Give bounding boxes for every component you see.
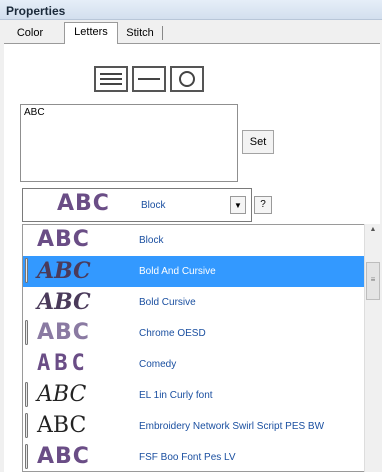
font-label: Bold Cursive: [139, 297, 196, 308]
scroll-thumb[interactable]: ≡: [366, 262, 380, 300]
properties-window: Properties Color Letters Stitch ABC Set …: [0, 0, 382, 472]
scroll-up-icon[interactable]: ▲: [364, 226, 382, 240]
set-button[interactable]: Set: [242, 130, 274, 154]
multi-line-icon: [100, 73, 122, 85]
chevron-down-icon[interactable]: ▼: [230, 196, 246, 214]
font-list-item[interactable]: ABC Bold Cursive: [23, 287, 365, 318]
font-list: ABC Block ABC Bold And Cursive ABC Bold …: [22, 224, 382, 472]
font-list-item[interactable]: ABC EL 1in Curly font: [23, 380, 365, 411]
tab-color[interactable]: Color: [10, 24, 50, 43]
needle-icon: [25, 444, 28, 469]
font-label: Embroidery Network Swirl Script PES BW: [139, 421, 325, 432]
font-combo-label: Block: [141, 200, 166, 211]
circle-icon: [179, 71, 195, 87]
letters-text-input[interactable]: ABC: [20, 104, 238, 182]
font-preview: ABC: [37, 351, 89, 376]
needle-icon: [25, 320, 28, 345]
font-label: Bold And Cursive: [139, 266, 216, 277]
window-title: Properties: [0, 0, 382, 20]
font-preview: ABC: [37, 382, 87, 407]
tab-divider: [162, 26, 163, 40]
font-preview: ABC: [37, 413, 87, 438]
needle-icon: [25, 258, 28, 283]
multi-line-button[interactable]: [94, 66, 128, 92]
single-line-button[interactable]: [132, 66, 166, 92]
tab-stitch[interactable]: Stitch: [120, 24, 160, 43]
font-preview: ABC: [37, 289, 91, 315]
circle-button[interactable]: [170, 66, 204, 92]
font-label: Comedy: [139, 359, 177, 370]
font-preview: ABC: [37, 258, 91, 284]
font-label: Block: [139, 235, 164, 246]
font-label: EL 1in Curly font: [139, 390, 213, 401]
font-preview: ABC: [37, 227, 90, 252]
font-label: Chrome OESD: [139, 328, 206, 339]
needle-icon: [25, 413, 28, 438]
tab-letters[interactable]: Letters: [64, 22, 118, 44]
font-list-item[interactable]: ABC Comedy: [23, 349, 365, 380]
font-list-item[interactable]: ABC FSF Boo Font Pes LV: [23, 442, 365, 471]
font-preview: ABC: [57, 191, 110, 216]
help-button[interactable]: ?: [254, 196, 272, 214]
tab-bar: Color Letters Stitch: [4, 22, 380, 44]
font-list-item[interactable]: ABC Bold And Cursive: [23, 256, 365, 287]
needle-icon: [25, 382, 28, 407]
font-list-item[interactable]: ABC Block: [23, 225, 365, 256]
font-label: FSF Boo Font Pes LV: [139, 452, 236, 463]
font-combo[interactable]: ABC Block: [22, 188, 252, 222]
single-line-icon: [138, 78, 160, 80]
font-preview: ABC: [37, 444, 90, 469]
font-list-item[interactable]: ABC Embroidery Network Swirl Script PES …: [23, 411, 365, 442]
font-list-item[interactable]: ABC Chrome OESD: [23, 318, 365, 349]
font-preview: ABC: [37, 320, 90, 345]
